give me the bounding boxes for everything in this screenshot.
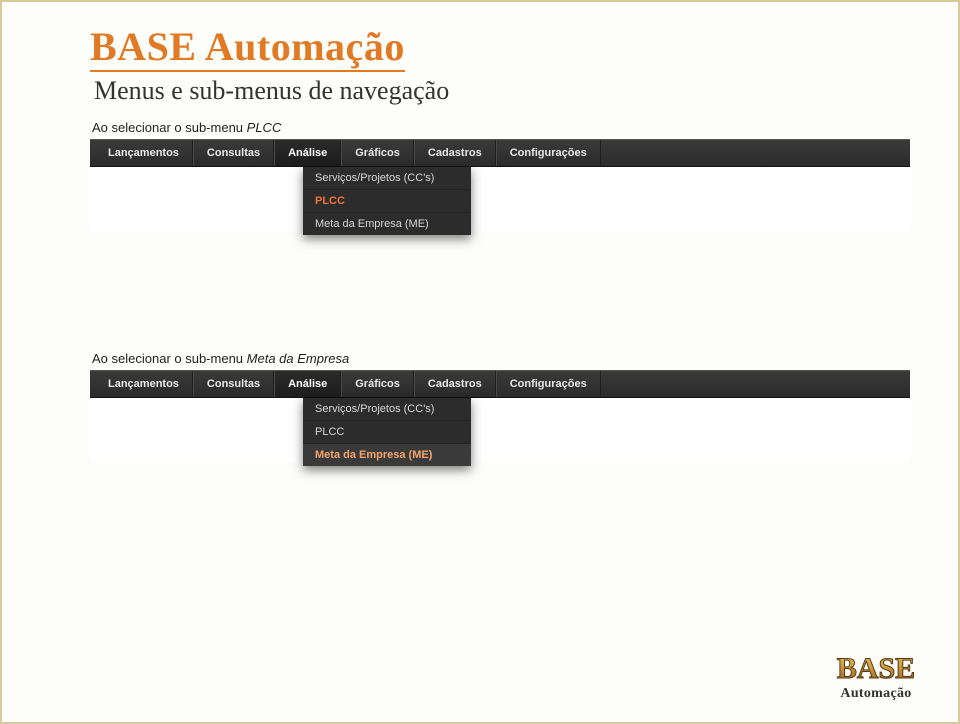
dropdown-item-plcc[interactable]: PLCC [303, 190, 471, 213]
caption1-emph: PLCC [247, 120, 282, 135]
menubar-1: Lançamentos Consultas Análise Gráficos C… [90, 139, 910, 167]
menubar-item-lancamentos[interactable]: Lançamentos [90, 140, 193, 166]
menubar-2: Lançamentos Consultas Análise Gráficos C… [90, 370, 910, 398]
menubar-item-graficos[interactable]: Gráficos [341, 140, 414, 166]
menubar-item-cadastros[interactable]: Cadastros [414, 371, 496, 397]
dropdown-analise-2: Serviços/Projetos (CC's) PLCC Meta da Em… [303, 398, 471, 466]
menubar-item-analise[interactable]: Análise [274, 140, 341, 166]
dropdown-item-servicos-projetos[interactable]: Serviços/Projetos (CC's) [303, 398, 471, 421]
dropdown-item-meta-empresa[interactable]: Meta da Empresa (ME) [303, 444, 471, 466]
base-logo-icon: BASE [826, 648, 926, 688]
dropdown-item-meta-empresa[interactable]: Meta da Empresa (ME) [303, 213, 471, 235]
page-title: BASE Automação [90, 26, 405, 72]
caption1-prefix: Ao selecionar o sub-menu [92, 120, 247, 135]
menubar-item-consultas[interactable]: Consultas [193, 371, 274, 397]
caption2-prefix: Ao selecionar o sub-menu [92, 351, 247, 366]
dropdown-item-servicos-projetos[interactable]: Serviços/Projetos (CC's) [303, 167, 471, 190]
menubar-item-graficos[interactable]: Gráficos [341, 371, 414, 397]
dropdown-item-plcc[interactable]: PLCC [303, 421, 471, 444]
menu-screenshot-1: Lançamentos Consultas Análise Gráficos C… [90, 139, 910, 231]
footer-logo-subtitle: Automação [826, 686, 926, 702]
caption-section-2: Ao selecionar o sub-menu Meta da Empresa [92, 351, 898, 366]
dropdown-analise-1: Serviços/Projetos (CC's) PLCC Meta da Em… [303, 167, 471, 235]
page-subtitle: Menus e sub-menus de navegação [94, 76, 898, 106]
menubar-item-consultas[interactable]: Consultas [193, 140, 274, 166]
page-title-text: BASE Automação [90, 24, 405, 69]
menubar-item-configuracoes[interactable]: Configurações [496, 371, 601, 397]
title-underline [90, 70, 405, 72]
svg-text:BASE: BASE [837, 652, 915, 685]
menubar-item-lancamentos[interactable]: Lançamentos [90, 371, 193, 397]
footer-logo: BASE Automação [826, 648, 926, 702]
caption-section-1: Ao selecionar o sub-menu PLCC [92, 120, 898, 135]
menu-screenshot-2: Lançamentos Consultas Análise Gráficos C… [90, 370, 910, 462]
caption2-emph: Meta da Empresa [247, 351, 350, 366]
menubar-item-cadastros[interactable]: Cadastros [414, 140, 496, 166]
menubar-item-configuracoes[interactable]: Configurações [496, 140, 601, 166]
menubar-item-analise[interactable]: Análise [274, 371, 341, 397]
